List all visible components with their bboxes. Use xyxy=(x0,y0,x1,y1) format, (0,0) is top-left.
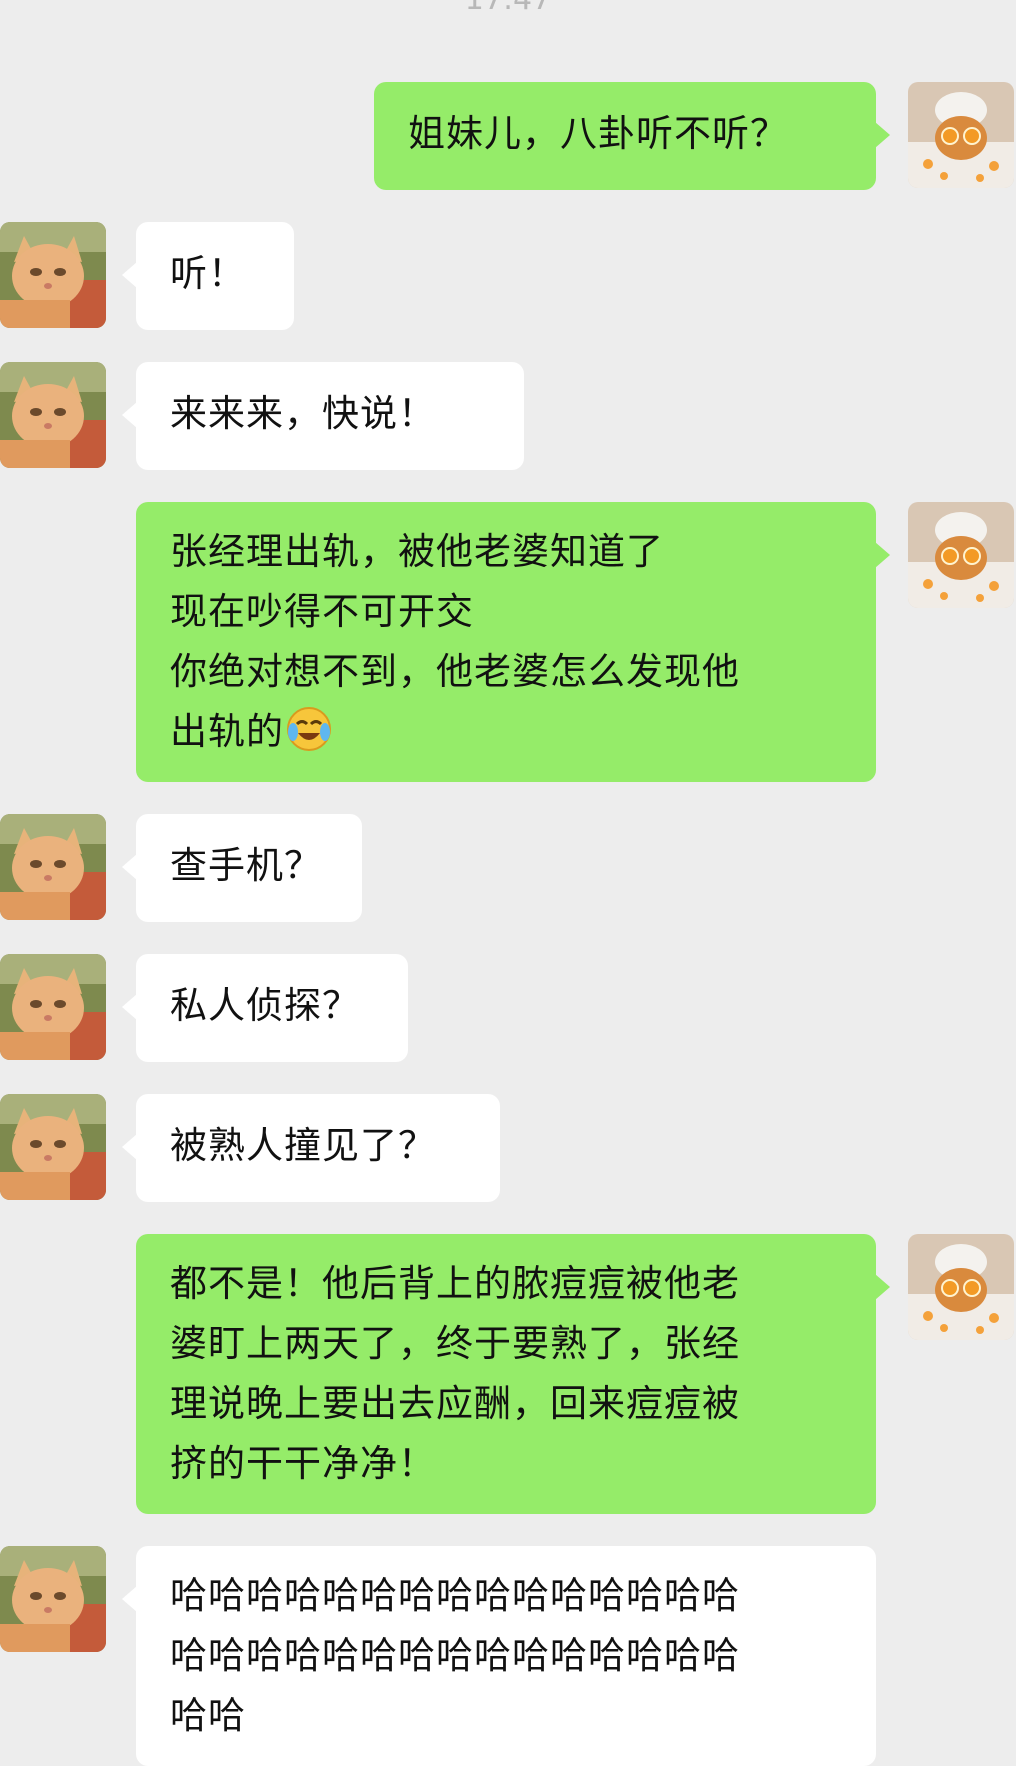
message-text: 都不是！他后背上的脓痘痘被他老 xyxy=(170,1262,740,1305)
message-text-last: 出轨的 xyxy=(170,702,842,762)
message-text: 查手机？ xyxy=(170,844,322,887)
self-avatar[interactable] xyxy=(908,502,1014,608)
message-text: 张经理出轨，被他老婆知道了 xyxy=(170,530,664,573)
message-bubble[interactable]: 私人侦探？ xyxy=(122,954,408,1062)
face-mask-cat-avatar-icon xyxy=(908,82,1014,188)
message-bubble[interactable]: 查手机？ xyxy=(122,814,362,922)
message-bubble[interactable]: 姐妹儿，八卦听不听？ xyxy=(374,82,890,190)
message-text: 私人侦探？ xyxy=(170,984,360,1027)
bubble-tail xyxy=(122,994,137,1020)
message-text: 哈哈 xyxy=(170,1694,246,1737)
chat-window: 17:47 姐妹儿，八卦听不听？ 听！ 来来来，快说！ 张经理出轨，被他老婆知道… xyxy=(0,0,1016,1766)
bubble-tail xyxy=(122,1134,137,1160)
contact-avatar[interactable] xyxy=(0,1546,106,1652)
orange-cat-avatar-icon xyxy=(0,222,106,328)
orange-cat-avatar-icon xyxy=(0,362,106,468)
orange-cat-avatar-icon xyxy=(0,814,106,920)
message-text: 出轨的 xyxy=(170,710,284,753)
self-avatar[interactable] xyxy=(908,1234,1014,1340)
bubble-tail xyxy=(122,854,137,880)
contact-avatar[interactable] xyxy=(0,814,106,920)
status-bar-time: 17:47 xyxy=(0,0,1016,17)
message-bubble[interactable]: 听！ xyxy=(122,222,294,330)
message-text: 姐妹儿，八卦听不听？ xyxy=(408,112,788,155)
face-mask-cat-avatar-icon xyxy=(908,502,1014,608)
message-text: 被熟人撞见了？ xyxy=(170,1124,436,1167)
orange-cat-avatar-icon xyxy=(0,1546,106,1652)
message-bubble[interactable]: 来来来，快说！ xyxy=(122,362,524,470)
message-text: 哈哈哈哈哈哈哈哈哈哈哈哈哈哈哈 xyxy=(170,1574,740,1617)
message-text: 理说晚上要出去应酬，回来痘痘被 xyxy=(170,1382,740,1425)
message-bubble[interactable]: 被熟人撞见了？ xyxy=(122,1094,500,1202)
bubble-tail xyxy=(875,1274,890,1300)
laughing-crying-emoji-icon xyxy=(287,707,331,751)
contact-avatar[interactable] xyxy=(0,222,106,328)
contact-avatar[interactable] xyxy=(0,362,106,468)
message-bubble[interactable]: 张经理出轨，被他老婆知道了 现在吵得不可开交 你绝对想不到，他老婆怎么发现他 出… xyxy=(136,502,890,782)
bubble-tail xyxy=(122,402,137,428)
orange-cat-avatar-icon xyxy=(0,954,106,1060)
message-text: 现在吵得不可开交 xyxy=(170,590,474,633)
orange-cat-avatar-icon xyxy=(0,1094,106,1200)
contact-avatar[interactable] xyxy=(0,954,106,1060)
bubble-tail xyxy=(122,262,137,288)
bubble-tail xyxy=(875,542,890,568)
message-text: 婆盯上两天了，终于要熟了，张经 xyxy=(170,1322,740,1365)
message-text: 你绝对想不到，他老婆怎么发现他 xyxy=(170,650,740,693)
message-text: 听！ xyxy=(170,252,246,295)
message-text: 哈哈哈哈哈哈哈哈哈哈哈哈哈哈哈 xyxy=(170,1634,740,1677)
contact-avatar[interactable] xyxy=(0,1094,106,1200)
message-text: 来来来，快说！ xyxy=(170,392,436,435)
face-mask-cat-avatar-icon xyxy=(908,1234,1014,1340)
bubble-tail xyxy=(875,122,890,148)
bubble-tail xyxy=(122,1586,137,1612)
self-avatar[interactable] xyxy=(908,82,1014,188)
message-bubble[interactable]: 都不是！他后背上的脓痘痘被他老 婆盯上两天了，终于要熟了，张经 理说晚上要出去应… xyxy=(136,1234,890,1514)
message-text: 挤的干干净净！ xyxy=(170,1442,436,1485)
message-bubble[interactable]: 哈哈哈哈哈哈哈哈哈哈哈哈哈哈哈 哈哈哈哈哈哈哈哈哈哈哈哈哈哈哈 哈哈 xyxy=(122,1546,876,1766)
